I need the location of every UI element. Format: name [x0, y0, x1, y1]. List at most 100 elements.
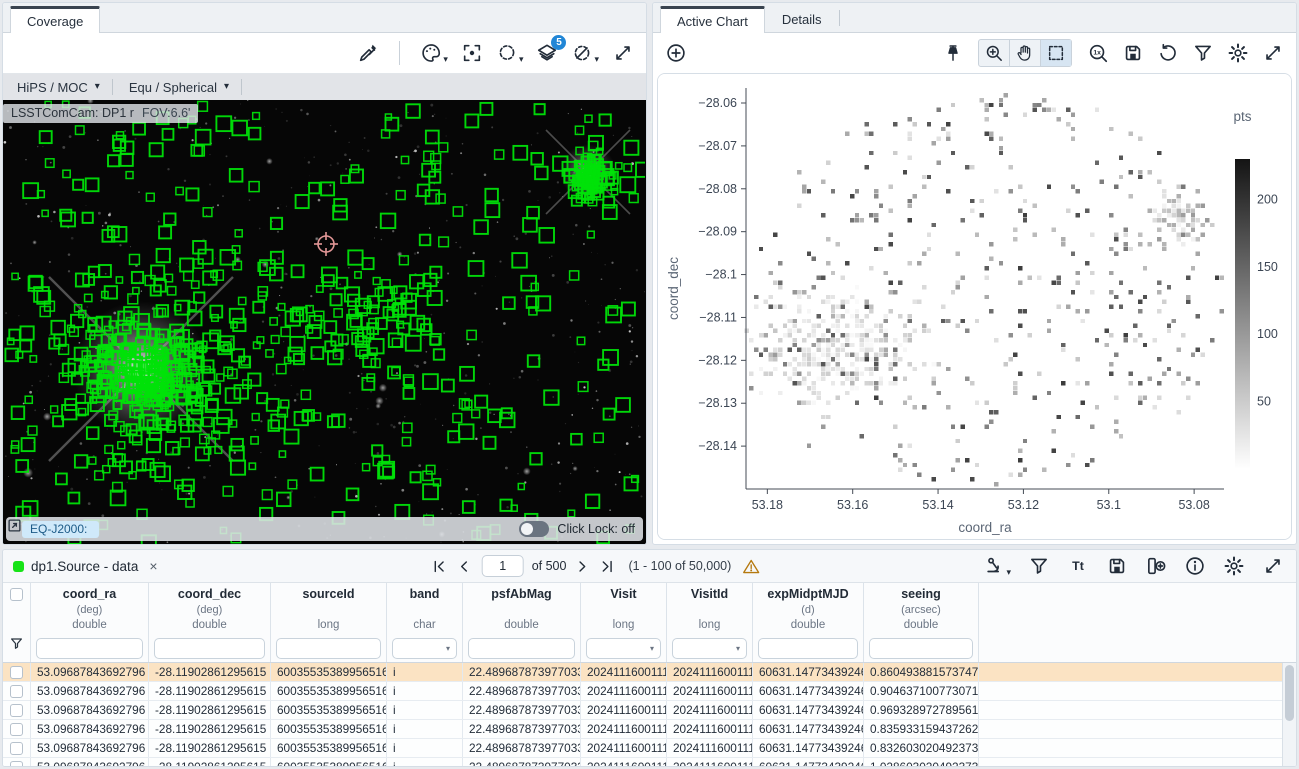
last-page-button[interactable] — [597, 557, 616, 576]
layers-button[interactable]: 5 — [534, 40, 560, 66]
table-row[interactable]: 53.09687843692796-28.1190286129561560035… — [3, 758, 1296, 766]
filter-icon — [1028, 555, 1050, 577]
rect-select-button[interactable] — [1041, 40, 1071, 66]
restore-button[interactable] — [1155, 40, 1181, 66]
table-scrollbar[interactable] — [1282, 663, 1296, 766]
column-header-coord_dec[interactable]: coord_dec(deg)double — [149, 583, 271, 662]
cell-coord_dec: -28.11902861295615 — [149, 739, 271, 757]
tab-details[interactable]: Details — [765, 5, 839, 32]
column-filter — [271, 635, 386, 662]
chevron-down-icon: ▾ — [443, 54, 448, 64]
column-header-expMidptMJD[interactable]: expMidptMJD(d)double — [753, 583, 864, 662]
table-row[interactable]: 53.09687843692796-28.1190286129561560035… — [3, 701, 1296, 720]
table-tab-close-icon[interactable]: × — [149, 558, 157, 574]
tab-details-label: Details — [782, 12, 822, 27]
table-row[interactable]: 53.09687843692796-28.1190286129561560035… — [3, 663, 1296, 682]
settings-button[interactable] — [1221, 553, 1247, 579]
lasso-select-button[interactable]: ▾ — [494, 40, 526, 66]
filter-button[interactable] — [1190, 40, 1216, 66]
save-button[interactable] — [1104, 553, 1130, 579]
sky-image[interactable] — [3, 100, 645, 544]
layer-count-badge: 5 — [551, 35, 566, 50]
tab-active-chart[interactable]: Active Chart — [660, 6, 765, 33]
row-checkbox[interactable] — [10, 666, 23, 679]
page-count-label: of 500 — [532, 559, 567, 573]
column-header-sourceId[interactable]: sourceIdlong — [271, 583, 387, 662]
filter-coord_ra[interactable] — [36, 638, 143, 659]
svg-text:150: 150 — [1257, 260, 1278, 274]
column-type: double — [31, 619, 148, 635]
coordinate-readout[interactable]: EQ-J2000: — [22, 521, 99, 538]
column-header-Visit[interactable]: Visitlong▾ — [581, 583, 667, 662]
table-row[interactable]: 53.09687843692796-28.1190286129561560035… — [3, 739, 1296, 758]
filter-coord_dec[interactable] — [154, 638, 265, 659]
warning-icon[interactable] — [741, 557, 760, 576]
svg-text:−28.08: −28.08 — [698, 182, 737, 196]
color-palette-button[interactable]: ▾ — [418, 40, 450, 66]
cell-VisitId: 2024111600111 — [667, 739, 753, 757]
data-products-button[interactable]: ▾ — [981, 553, 1013, 579]
row-checkbox[interactable] — [10, 723, 23, 736]
row-filler — [979, 682, 1296, 700]
expand-button[interactable] — [1260, 40, 1286, 66]
chevron-down-icon: ▾ — [95, 82, 100, 92]
deselect-button[interactable]: ▾ — [569, 40, 601, 66]
hips-moc-dropdown[interactable]: HiPS / MOC ▾ — [15, 80, 110, 95]
filter-button[interactable] — [1026, 553, 1052, 579]
column-header-psfAbMag[interactable]: psfAbMagdouble — [463, 583, 581, 662]
sky-image-viewer[interactable]: LSSTComCam: DP1 r FOV:6.6' EQ-J2000: Cli… — [3, 100, 646, 544]
save-button[interactable] — [1120, 40, 1146, 66]
row-checkbox[interactable] — [10, 761, 23, 767]
filter-VisitId[interactable] — [672, 638, 747, 659]
cell-Visit: 2024111600111 — [581, 701, 667, 719]
filter-psfAbMag[interactable] — [468, 638, 575, 659]
column-header-VisitId[interactable]: VisitIdlong▾ — [667, 583, 753, 662]
row-checkbox[interactable] — [10, 742, 23, 755]
pan-hand-button[interactable] — [1010, 40, 1041, 66]
column-filter — [753, 635, 863, 662]
row-checkbox[interactable] — [10, 685, 23, 698]
page-number-input[interactable] — [482, 555, 524, 577]
table-row[interactable]: 53.09687843692796-28.1190286129561560035… — [3, 682, 1296, 701]
select-all-checkbox[interactable] — [10, 588, 23, 601]
add-column-button[interactable] — [1143, 553, 1169, 579]
column-header-coord_ra[interactable]: coord_ra(deg)double — [31, 583, 149, 662]
row-checkbox[interactable] — [10, 704, 23, 717]
expand-button[interactable] — [1260, 553, 1286, 579]
zoom-1x-button[interactable]: 1x — [1085, 40, 1111, 66]
info-button[interactable] — [1182, 553, 1208, 579]
filter-seeing[interactable] — [869, 638, 973, 659]
divider — [839, 10, 840, 26]
pin-button[interactable] — [941, 41, 965, 65]
cell-psfAbMag: 22.489687873977033 — [463, 701, 581, 719]
filter-row-icon[interactable] — [9, 636, 24, 656]
prev-page-button[interactable] — [455, 557, 474, 576]
add-chart-button[interactable] — [663, 40, 689, 66]
expand-icon — [1262, 42, 1284, 64]
tab-coverage[interactable]: Coverage — [10, 6, 100, 33]
scrollbar-thumb[interactable] — [1285, 665, 1294, 721]
coordinate-system-dropdown[interactable]: Equ / Spherical ▾ — [127, 80, 239, 95]
next-page-button[interactable] — [572, 557, 591, 576]
column-header-band[interactable]: bandchar▾ — [387, 583, 463, 662]
filter-sourceId[interactable] — [276, 638, 381, 659]
column-filter: ▾ — [387, 635, 462, 662]
expand-button[interactable] — [610, 40, 636, 66]
text-view-button[interactable]: Tt — [1065, 553, 1091, 579]
svg-text:50: 50 — [1257, 395, 1271, 409]
first-page-button[interactable] — [430, 557, 449, 576]
recenter-button[interactable] — [459, 40, 485, 66]
table-tab[interactable]: dp1.Source - data × — [13, 558, 158, 574]
column-name: coord_ra — [31, 587, 148, 604]
filter-band[interactable] — [392, 638, 457, 659]
tools-button[interactable] — [355, 40, 381, 66]
settings-button[interactable] — [1225, 40, 1251, 66]
filter-Visit[interactable] — [586, 638, 661, 659]
zoom-in-button[interactable] — [979, 40, 1010, 66]
column-header-seeing[interactable]: seeing(arcsec)double — [864, 583, 979, 662]
cell-psfAbMag: 22.489687873977033 — [463, 720, 581, 738]
heatmap-chart[interactable]: 53.1853.1653.1453.1253.153.08−28.06−28.0… — [658, 74, 1292, 539]
table-row[interactable]: 53.09687843692796-28.1190286129561560035… — [3, 720, 1296, 739]
filter-expMidptMJD[interactable] — [758, 638, 858, 659]
click-lock-toggle[interactable] — [519, 521, 549, 537]
